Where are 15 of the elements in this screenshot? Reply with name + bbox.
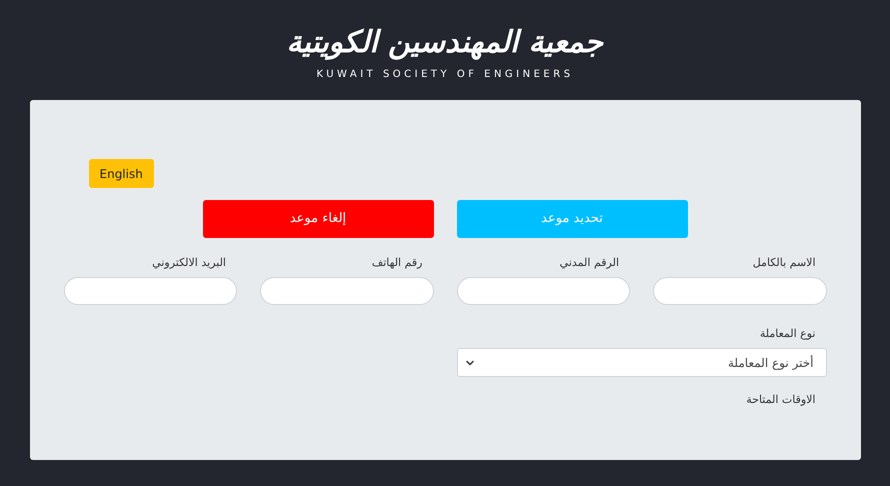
field-label: نوع المعاملة [758,326,816,342]
language-button[interactable]: English [88,159,154,188]
logo-arabic-text: جمعية المهندسين الكويتية [286,24,604,62]
logo-english-text: KUWAIT SOCIETY OF ENGINEERS [316,68,574,82]
transaction-type-select[interactable]: أختر نوع المعاملة [456,348,826,377]
field-label: الرقم المدني [558,255,620,271]
cancel-appointment-button[interactable]: إلغاء موعد [202,200,434,238]
field-label: رقم الهاتف [370,255,424,271]
text-field[interactable] [260,277,434,305]
field-label: البريد الالكتروني [151,255,227,271]
text-field[interactable] [456,277,630,305]
text-field[interactable] [653,277,826,305]
field-label: الاسم بالكامل [752,255,816,271]
text-field[interactable] [64,277,237,305]
field-label: الاوقات المتاحة [745,392,816,408]
